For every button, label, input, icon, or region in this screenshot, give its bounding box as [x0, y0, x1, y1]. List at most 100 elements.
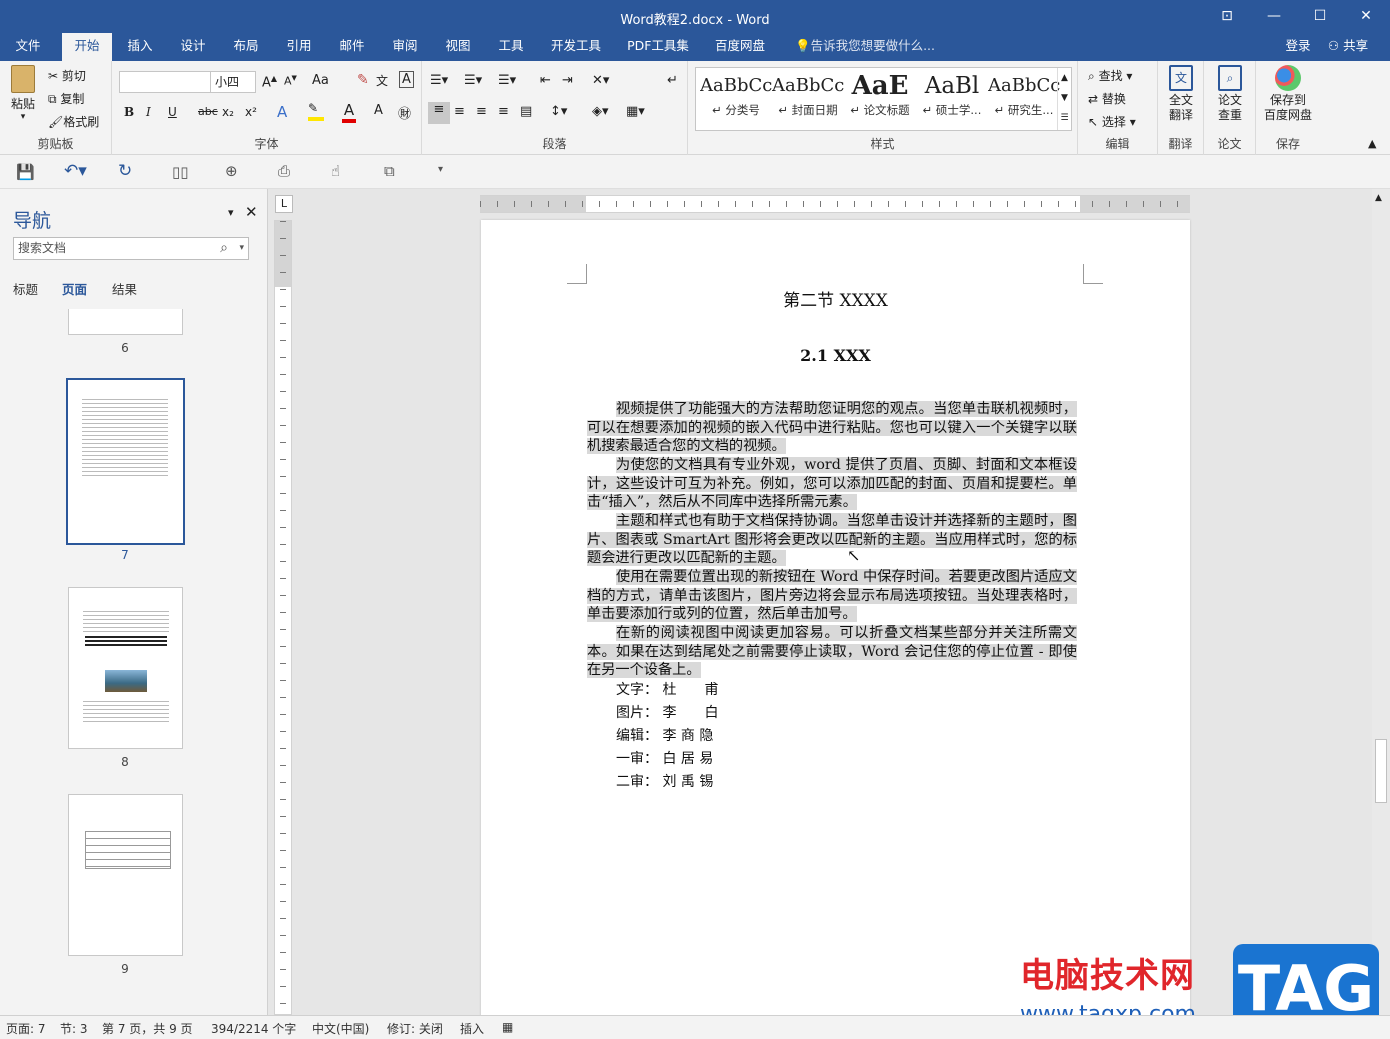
maximize-button[interactable]: ☐ — [1303, 5, 1337, 27]
web-icon[interactable]: ⊕ — [225, 162, 238, 180]
horizontal-ruler[interactable] — [480, 195, 1190, 213]
tab-review[interactable]: 审阅 — [385, 33, 425, 61]
strikethrough-button[interactable]: abc — [198, 105, 218, 118]
tab-file[interactable]: 文件 — [8, 33, 48, 61]
bold-button[interactable]: B — [124, 105, 134, 119]
font-name-select[interactable] — [119, 71, 211, 93]
text-effects-icon[interactable]: A — [277, 103, 287, 121]
customize-icon[interactable]: ⧉ — [384, 162, 395, 180]
nav-tab-results[interactable]: 结果 — [112, 279, 137, 298]
redo-icon[interactable]: ↻ — [118, 161, 132, 181]
distribute-icon[interactable]: ▤ — [520, 104, 532, 119]
vertical-scrollbar[interactable]: ▲ — [1372, 189, 1390, 1015]
pinyin-icon[interactable]: 文 — [376, 72, 388, 89]
tab-selector[interactable]: L — [275, 195, 293, 213]
collapse-ribbon-icon[interactable]: ▲ — [1368, 137, 1376, 150]
tab-pdf[interactable]: PDF工具集 — [622, 33, 694, 61]
status-language[interactable]: 中文(中国) — [312, 1020, 369, 1037]
status-track-changes[interactable]: 修订: 关闭 — [387, 1020, 443, 1037]
document-page[interactable]: 第二节 XXXX 2.1 XXX 视频提供了功能强大的方法帮助您证明您的观点。当… — [481, 220, 1190, 1020]
replace-button[interactable]: ⇄ 替换 — [1088, 90, 1126, 107]
bullets-icon[interactable]: ☰▾ — [430, 73, 448, 88]
page-thumbnail[interactable] — [68, 794, 183, 956]
tell-me[interactable]: 💡告诉我您想要做什么... — [790, 33, 940, 61]
print-preview-icon[interactable]: ⎙ — [278, 162, 290, 180]
show-marks-icon[interactable]: ↵ — [667, 73, 678, 88]
tab-tools[interactable]: 工具 — [491, 33, 531, 61]
copy-button[interactable]: ⧉ 复制 — [48, 90, 84, 107]
tab-layout[interactable]: 布局 — [226, 33, 266, 61]
paper-check-button[interactable]: ⌕ 论文 查重 — [1215, 65, 1245, 123]
touch-mode-icon[interactable]: ☝ — [331, 162, 340, 180]
underline-button[interactable]: U — [168, 105, 177, 119]
align-right-icon[interactable]: ≡ — [476, 104, 487, 119]
vertical-ruler[interactable] — [274, 220, 292, 1016]
page-thumbnail[interactable] — [68, 309, 183, 335]
close-button[interactable]: ✕ — [1349, 5, 1383, 27]
superscript-button[interactable]: x² — [245, 105, 257, 119]
tab-design[interactable]: 设计 — [173, 33, 213, 61]
tab-mailings[interactable]: 邮件 — [332, 33, 372, 61]
translate-button[interactable]: 文全文 翻译 — [1166, 65, 1196, 123]
tab-baidu[interactable]: 百度网盘 — [708, 33, 772, 61]
nav-tab-headings[interactable]: 标题 — [13, 279, 38, 298]
enclose-char-icon[interactable]: ㊖ — [398, 103, 411, 122]
search-icon[interactable]: ⌕ — [220, 238, 228, 259]
tab-insert[interactable]: 插入 — [120, 33, 160, 61]
style-item[interactable]: AaBbCc ↵ 封面日期 — [772, 70, 844, 128]
paste-button[interactable]: 粘贴 ▾ — [8, 65, 38, 122]
macro-icon[interactable]: ▦ — [502, 1020, 513, 1034]
tab-references[interactable]: 引用 — [279, 33, 319, 61]
find-button[interactable]: ⌕ 查找 ▾ — [1088, 67, 1132, 84]
align-left-icon[interactable]: ≡ — [428, 102, 450, 124]
line-spacing-icon[interactable]: ↕▾ — [550, 104, 567, 119]
subscript-button[interactable]: x₂ — [222, 105, 234, 119]
search-input[interactable]: 搜索文档 ⌕ ▾ — [13, 237, 249, 260]
numbering-icon[interactable]: ☰▾ — [464, 73, 482, 88]
qat-more-icon[interactable]: ▾ — [438, 164, 443, 175]
borders-icon[interactable]: ▦▾ — [626, 104, 645, 119]
cut-button[interactable]: ✂ 剪切 — [48, 67, 86, 84]
styles-scroll[interactable]: ▲ ▼ ☰ — [1057, 68, 1071, 130]
change-case-button[interactable]: Aa — [312, 73, 329, 88]
char-shading-icon[interactable]: A — [374, 103, 383, 118]
tab-developer[interactable]: 开发工具 — [546, 33, 606, 61]
chinese-layout-icon[interactable]: ✕▾ — [592, 73, 609, 88]
page-thumbnail[interactable] — [68, 587, 183, 749]
minimize-button[interactable]: — — [1257, 5, 1291, 27]
justify-icon[interactable]: ≡ — [498, 104, 509, 119]
style-item[interactable]: AaBbCc ↵ 分类号 — [700, 70, 772, 128]
align-center-icon[interactable]: ≡ — [454, 104, 465, 119]
scroll-up-icon[interactable]: ▲ — [1375, 193, 1382, 203]
two-page-icon[interactable]: ▯▯ — [172, 163, 189, 181]
increase-indent-icon[interactable]: ⇥ — [562, 73, 573, 88]
nav-tab-pages[interactable]: 页面 — [62, 279, 87, 298]
login-link[interactable]: 登录 — [1280, 33, 1316, 61]
font-color-icon[interactable]: A — [342, 101, 356, 123]
page-thumbnail-selected[interactable] — [66, 378, 185, 545]
decrease-indent-icon[interactable]: ⇤ — [540, 73, 551, 88]
status-page-of[interactable]: 第 7 页，共 9 页 — [102, 1020, 193, 1037]
ribbon-display-icon[interactable]: ⊡ — [1210, 5, 1244, 27]
nav-close-icon[interactable]: ✕ — [245, 203, 258, 221]
char-border-icon[interactable]: A — [399, 71, 414, 88]
status-page[interactable]: 页面: 7 — [6, 1020, 46, 1037]
save-baidu-button[interactable]: 保存到 百度网盘 — [1262, 65, 1314, 123]
format-painter-button[interactable]: 🖌格式刷 — [48, 113, 99, 130]
style-item[interactable]: AaE ↵ 论文标题 — [844, 70, 916, 128]
nav-options-icon[interactable]: ▾ — [228, 206, 234, 219]
italic-button[interactable]: I — [146, 105, 151, 119]
style-item[interactable]: AaBbCc ↵ 研究生... — [988, 70, 1060, 128]
status-word-count[interactable]: 394/2214 个字 — [211, 1020, 296, 1037]
style-item[interactable]: AaBl ↵ 硕士学... — [916, 70, 988, 128]
scroll-thumb[interactable] — [1375, 739, 1387, 803]
clear-format-icon[interactable]: ✎ — [357, 72, 369, 88]
multilevel-list-icon[interactable]: ☰▾ — [498, 73, 516, 88]
shrink-font-button[interactable]: A▼ — [284, 74, 297, 88]
tab-view[interactable]: 视图 — [438, 33, 478, 61]
highlight-icon[interactable]: ✎ — [308, 101, 324, 121]
chevron-down-icon[interactable]: ▾ — [239, 238, 244, 259]
font-size-select[interactable]: 小四 — [210, 71, 256, 93]
shading-icon[interactable]: ◈▾ — [592, 104, 609, 119]
status-section[interactable]: 节: 3 — [60, 1020, 88, 1037]
